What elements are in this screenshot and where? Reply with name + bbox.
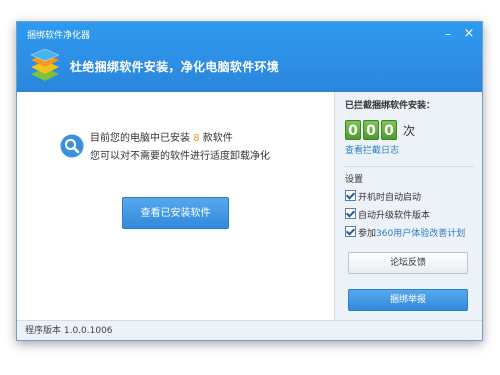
blocked-count-digit: 0 [363,120,379,140]
divider [343,166,474,167]
layered-cube-logo-icon [30,48,60,81]
title-bar: 捆绑软件净化器 – × 杜绝捆绑软件安装，净化电脑软件环境 [17,22,482,92]
settings-heading: 设置 [345,175,364,185]
forum-feedback-button[interactable]: 论坛反馈 [348,252,468,274]
autostart-option[interactable]: 开机时自动启动 [345,190,422,203]
main-content: 目前您的电脑中已安装 8 款软件 您可以对不需要的软件进行适度卸载净化 查看已安… [17,92,334,320]
ux-program-checkbox[interactable] [345,226,356,237]
side-panel: 已拦截捆绑软件安装： 0 0 0 次 查看拦截日志 设置 开机时自动启动 自动升… [334,92,482,320]
blocked-count-unit: 次 [403,124,416,138]
view-block-log-link[interactable]: 查看拦截日志 [345,145,399,157]
view-installed-button[interactable]: 查看已安装软件 [122,197,229,229]
header-slogan: 杜绝捆绑软件安装，净化电脑软件环境 [70,60,280,74]
autoupdate-option[interactable]: 自动升级软件版本 [345,208,431,221]
autoupdate-checkbox[interactable] [345,208,356,219]
ux-program-prefix: 参加 [358,229,377,239]
autoupdate-label: 自动升级软件版本 [358,211,431,221]
program-version: 程序版本 1.0.0.1006 [25,326,113,336]
blocked-count-digit: 0 [345,120,361,140]
app-window: 捆绑软件净化器 – × 杜绝捆绑软件安装，净化电脑软件环境 目前您的电脑中已安装… [16,21,483,341]
autostart-label: 开机时自动启动 [358,193,422,203]
blocked-count-label: 已拦截捆绑软件安装： [345,101,436,111]
status-bar: 程序版本 1.0.0.1006 [17,320,482,340]
autostart-checkbox[interactable] [345,190,356,201]
installed-count: 8 [193,133,200,144]
blocked-count-digit: 0 [381,120,397,140]
window-title: 捆绑软件净化器 [27,31,91,41]
minimize-icon[interactable]: – [441,28,455,40]
magnifier-icon [60,134,84,158]
ux-program-link[interactable]: 360用户体验改善计划 [376,229,465,239]
installed-summary-prefix: 目前您的电脑中已安装 [90,133,190,144]
ux-program-option[interactable]: 参加360用户体验改善计划 [345,226,465,239]
installed-summary: 目前您的电脑中已安装 8 款软件 [90,132,233,146]
report-bundle-button[interactable]: 捆绑举报 [348,289,468,311]
installed-summary-suffix: 款软件 [202,133,233,144]
close-icon[interactable]: × [462,27,476,40]
uninstall-hint: 您可以对不需要的软件进行适度卸载净化 [90,151,270,162]
